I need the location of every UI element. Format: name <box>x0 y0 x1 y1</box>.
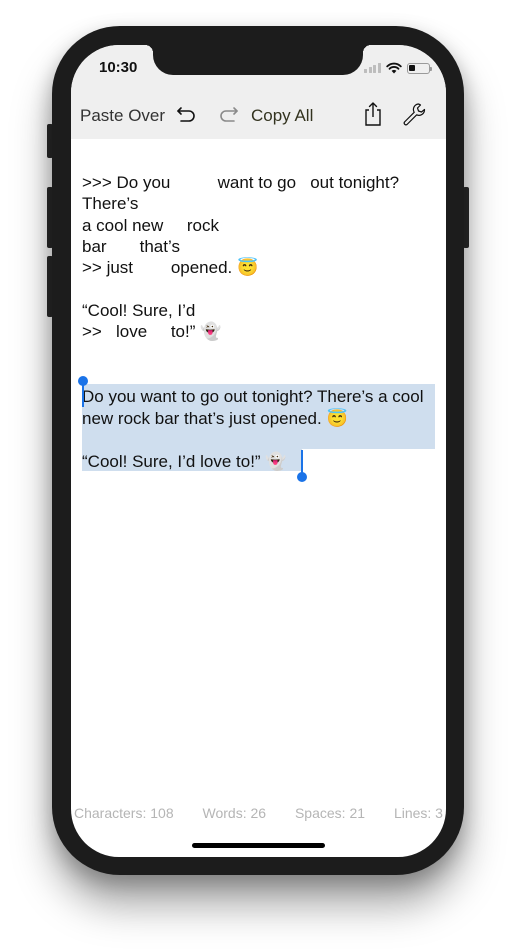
share-icon <box>365 102 381 126</box>
raw-line: >> love to!” 👻 <box>82 322 222 342</box>
raw-line: There’s <box>82 194 139 214</box>
selection-end-handle[interactable] <box>297 472 307 482</box>
raw-line: “Cool! Sure, I’d <box>82 300 196 320</box>
copy-all-button[interactable]: Copy All <box>251 105 313 127</box>
raw-text-area[interactable]: >>> Do you want to go out tonight? There… <box>82 172 434 342</box>
cleaned-paragraph: Do you want to go out tonight? There’s a… <box>82 387 424 428</box>
cellular-signal-icon <box>364 63 381 73</box>
raw-line: >> just opened. 😇 <box>82 258 259 278</box>
raw-line: bar that’s <box>82 236 180 256</box>
characters-count: Characters: 108 <box>74 805 174 821</box>
stats-bar: Characters: 108 Words: 26 Spaces: 21 Lin… <box>71 805 446 821</box>
wifi-icon <box>385 62 402 74</box>
status-time: 10:30 <box>99 59 138 76</box>
undo-arrow-icon <box>177 107 195 122</box>
undo-button[interactable] <box>175 103 199 127</box>
lines-count: Lines: 3 <box>393 805 443 821</box>
redo-arrow-icon <box>220 107 238 122</box>
spaces-count: Spaces: 21 <box>294 805 366 821</box>
settings-button[interactable] <box>401 101 427 127</box>
raw-line <box>82 278 434 299</box>
wrench-icon <box>403 103 426 126</box>
raw-line: >>> Do you want to go out tonight? <box>82 173 400 192</box>
paste-over-button[interactable]: Paste Over <box>80 105 165 127</box>
selection-start-handle[interactable] <box>78 376 88 386</box>
words-count: Words: 26 <box>202 805 267 821</box>
notch <box>145 45 371 75</box>
redo-button[interactable] <box>216 103 240 127</box>
screen: 10:30 Paste Over Copy All >>> Do you wan… <box>71 45 446 857</box>
battery-icon <box>406 62 432 74</box>
cleaned-text: Do you want to go out tonight? There’s a… <box>82 386 435 472</box>
toolbar: Paste Over Copy All <box>71 97 446 137</box>
home-indicator[interactable] <box>192 843 325 848</box>
status-icons <box>364 62 432 74</box>
phone-frame: 10:30 Paste Over Copy All >>> Do you wan… <box>52 26 464 875</box>
raw-line: a cool new rock <box>82 215 220 235</box>
cleaned-paragraph: “Cool! Sure, I’d love to!” 👻 <box>82 451 287 471</box>
share-button[interactable] <box>361 100 385 128</box>
